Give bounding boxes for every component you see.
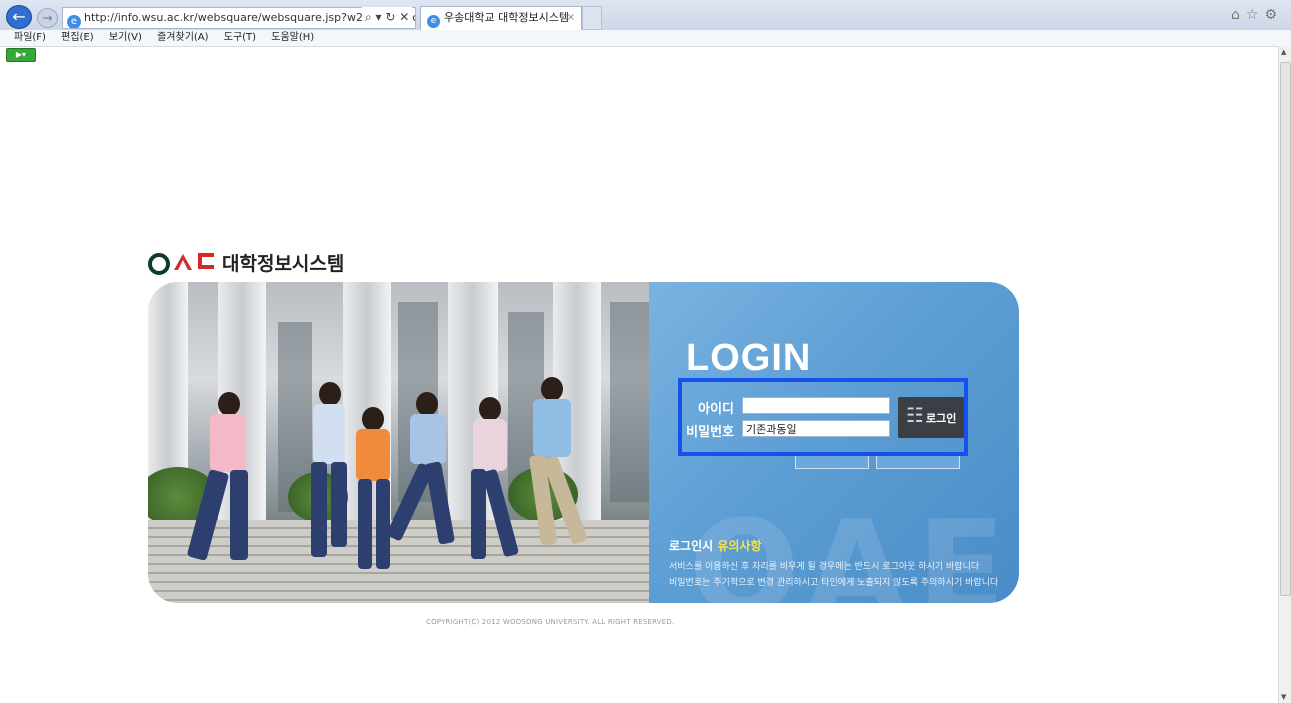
- ie-tab-icon: e: [427, 15, 440, 28]
- back-button[interactable]: ←: [6, 5, 32, 29]
- menu-favorites[interactable]: 즐겨찾기(A): [157, 32, 208, 43]
- ie-page-icon: e: [67, 15, 81, 28]
- menu-view[interactable]: 보기(V): [109, 32, 142, 43]
- address-bar-buttons[interactable]: ⌕ ▾ ↻ ✕: [362, 7, 413, 27]
- new-tab-button[interactable]: [582, 6, 602, 30]
- addon-button[interactable]: ▶▾: [6, 48, 36, 62]
- browser-tab[interactable]: e 우송대학교 대학정보시스템 ×: [420, 6, 582, 30]
- menu-edit[interactable]: 편집(E): [61, 32, 94, 43]
- logo-o-mark: [148, 253, 170, 275]
- highlight-box: [678, 378, 968, 456]
- student-shirt: [210, 414, 246, 472]
- student-legs: [230, 470, 248, 560]
- building-window: [610, 302, 650, 502]
- campus-photo: [148, 282, 658, 603]
- forward-button[interactable]: →: [37, 8, 58, 28]
- student-head: [541, 377, 563, 401]
- student-shirt: [313, 404, 345, 464]
- browser-toolbar: ← → e http://info.wsu.ac.kr/websquare/web…: [0, 0, 1291, 30]
- menu-help[interactable]: 도움말(H): [271, 32, 314, 43]
- student-shirt: [356, 429, 390, 481]
- scroll-down-icon[interactable]: ▼: [1281, 693, 1286, 701]
- student-legs: [358, 479, 372, 569]
- notice-line-2: 비밀번호는 주기적으로 변경 관리하시고 타인에게 노출되지 않도록 주의하시기…: [669, 578, 999, 588]
- addon-icon: ▶▾: [15, 50, 27, 59]
- menu-file[interactable]: 파일(F): [14, 32, 46, 43]
- student-legs: [331, 462, 347, 547]
- student-head: [362, 407, 384, 431]
- notice-title: 로그인시 유의사항: [669, 537, 762, 554]
- student-shirt: [473, 419, 507, 471]
- vertical-scrollbar[interactable]: ▲ ▼: [1278, 46, 1291, 703]
- tab-close-button[interactable]: ×: [567, 7, 575, 29]
- notice-title-highlight: 유의사항: [717, 539, 762, 553]
- student-head: [479, 397, 501, 421]
- logo-a-mark: [174, 254, 192, 270]
- menu-tools[interactable]: 도구(T): [224, 32, 256, 43]
- notice-line-1: 서비스를 이용하신 후 자리를 비우게 될 경우에는 반드시 로그아웃 하시기 …: [669, 562, 980, 572]
- arrow-left-icon: ←: [12, 7, 26, 26]
- toolbar-icons[interactable]: ⌂☆⚙: [1231, 7, 1283, 23]
- arrow-right-icon: →: [42, 11, 53, 25]
- notice-title-prefix: 로그인시: [669, 539, 718, 553]
- student-head: [218, 392, 240, 416]
- student-legs: [311, 462, 327, 557]
- student-head: [319, 382, 341, 406]
- student-shirt: [533, 399, 571, 457]
- tab-title: 우송대학교 대학정보시스템: [444, 11, 569, 24]
- student-head: [416, 392, 438, 416]
- login-title: LOGIN: [686, 337, 812, 379]
- scroll-thumb[interactable]: [1280, 62, 1291, 596]
- logo-title: 대학정보시스템: [222, 253, 345, 275]
- scroll-up-icon[interactable]: ▲: [1281, 48, 1286, 56]
- logo-e-mark: [198, 253, 214, 269]
- student-legs: [376, 479, 390, 569]
- student-shirt: [410, 414, 446, 464]
- copyright-text: COPYRIGHT(C) 2012 WOOSONG UNIVERSITY. AL…: [426, 618, 675, 626]
- menu-bar: 파일(F) 편집(E) 보기(V) 즐겨찾기(A) 도구(T) 도움말(H): [0, 30, 1291, 47]
